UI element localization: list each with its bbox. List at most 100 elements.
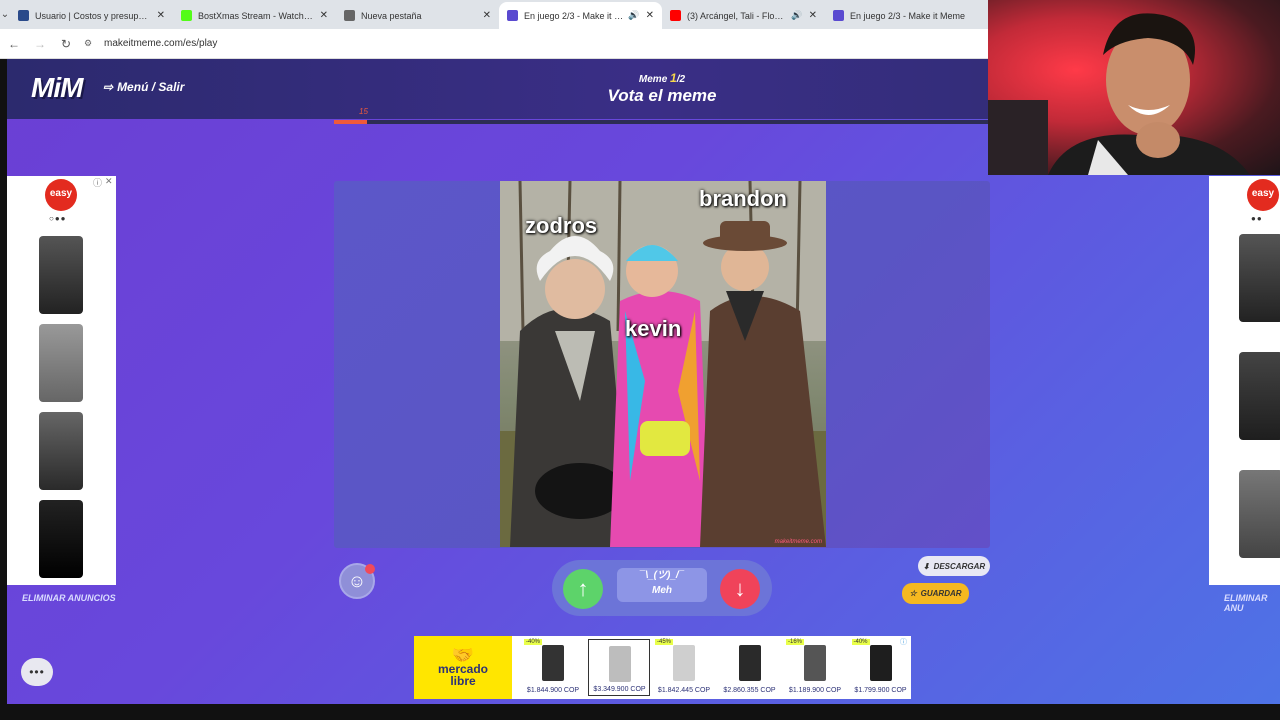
webcam-overlay: [988, 0, 1280, 175]
meme-counter-current: 1: [670, 71, 677, 85]
tab-title: BostXmas Stream - Watch Live: [198, 10, 314, 21]
arrow-up-icon: ↑: [577, 576, 589, 601]
meme-image: zodros brandon kevin makeitmeme.com: [500, 181, 826, 547]
save-label: GUARDAR: [920, 589, 962, 598]
product-price: $1.844.900 COP: [526, 687, 580, 694]
browser-tab[interactable]: Usuario | Costos y presupuestos ✕: [10, 2, 173, 29]
discount-badge: -40%: [851, 639, 870, 645]
ad-product-card[interactable]: $3.349.900 COP: [587, 639, 650, 696]
tab-search-chevron-icon[interactable]: ⌄: [0, 0, 10, 29]
tab-close-icon[interactable]: ✕: [646, 10, 654, 21]
notification-dot: [365, 564, 375, 574]
browser-tabbar: ⌄ Usuario | Costos y presupuestos✕BostXm…: [0, 0, 988, 29]
back-arrow-icon[interactable]: ←: [2, 37, 26, 51]
upvote-button[interactable]: ↑: [563, 569, 603, 609]
mim-logo[interactable]: MiM: [31, 72, 83, 104]
tab-title: En juego 2/3 - Make it Meme: [850, 10, 966, 21]
discount-badge: -16%: [786, 639, 805, 645]
browser-tab[interactable]: En juego 2/3 - Make it Meme 🔊 ✕: [499, 2, 662, 29]
reload-icon[interactable]: ↻: [54, 37, 78, 51]
bottom-ad-banner[interactable]: 🤝 mercado libre -40% $1.844.900 COP $3.349…: [414, 636, 911, 699]
product-price: $2.860.355 COP: [723, 687, 776, 694]
menu-exit-label: Menú / Salir: [117, 80, 185, 94]
downvote-button[interactable]: ↓: [720, 569, 760, 609]
menu-exit-button[interactable]: ⇨ Menú / Salir: [103, 80, 184, 94]
washer-image: [39, 236, 83, 314]
washer-image: [1239, 352, 1280, 440]
discount-badge: -40%: [524, 639, 543, 645]
browser-tab[interactable]: (3) Arcángel, Tali - Flow Calle 🔊 ✕: [662, 2, 825, 29]
tab-favicon-icon: [344, 10, 355, 21]
tab-close-icon[interactable]: ✕: [157, 10, 165, 21]
url-field[interactable]: ⚙ makeitmeme.com/es/play: [84, 38, 217, 50]
product-price: $3.349.900 COP: [593, 686, 646, 693]
meme-caption: brandon: [699, 186, 787, 211]
washer-image: [1239, 470, 1280, 558]
easy-logo: easy: [45, 179, 77, 211]
ad-product-card[interactable]: -16% $1.189.900 COP: [784, 639, 846, 696]
page-title: Vota el meme: [607, 86, 717, 105]
star-icon: ☆: [909, 589, 917, 598]
carousel-dots[interactable]: ●●: [1251, 214, 1263, 223]
tab-audio-icon[interactable]: 🔊: [791, 10, 802, 21]
washer-image: [542, 645, 564, 681]
browser-tab[interactable]: En juego 2/3 - Make it Meme: [825, 2, 988, 29]
meme-counter-label: Meme: [638, 74, 668, 85]
meme-counter: Meme 1/2: [637, 71, 687, 85]
ad-product-card[interactable]: -40% $1.799.900 COP: [850, 639, 912, 696]
product-price: $1.189.900 COP: [788, 687, 842, 694]
timer-progress-fill: [334, 120, 367, 124]
shrug-emoticon: ¯\_(ツ)_/¯: [639, 570, 685, 581]
washer-image: [39, 412, 83, 490]
ad-product-card[interactable]: -45% $1.842.445 COP: [653, 639, 715, 696]
meme-caption: zodros: [525, 213, 598, 238]
left-ad-banner[interactable]: easy ⓘ ✕ ○●●: [7, 176, 116, 585]
tab-favicon-icon: [670, 10, 681, 21]
product-price: $1.842.445 COP: [657, 687, 711, 694]
ad-product-card[interactable]: $2.860.355 COP: [719, 639, 781, 696]
mercadolibre-line1: mercado: [437, 661, 489, 676]
mercadolibre-logo: 🤝 mercado libre: [414, 636, 512, 699]
chat-dots-icon: •••: [29, 665, 45, 679]
washer-image: [39, 500, 83, 578]
chat-button[interactable]: •••: [21, 658, 53, 686]
forward-arrow-icon[interactable]: →: [28, 37, 52, 51]
handshake-icon: 🤝: [451, 644, 475, 665]
tab-title: Usuario | Costos y presupuestos: [35, 10, 151, 21]
site-info-icon[interactable]: ⚙: [84, 38, 96, 50]
remove-ads-link[interactable]: ELIMINAR ANUNCIOS: [22, 593, 116, 603]
tab-title: En juego 2/3 - Make it Meme: [524, 10, 624, 21]
download-button[interactable]: ⬇ DESCARGAR: [918, 556, 990, 576]
ad-info-icon[interactable]: ⓘ: [93, 176, 102, 189]
washer-image: [673, 645, 695, 681]
meh-button[interactable]: ¯\_(ツ)_/¯ Meh: [617, 568, 707, 602]
browser-tab[interactable]: Nueva pestaña ✕: [336, 2, 499, 29]
washer-image: [1239, 234, 1280, 322]
remove-ads-link[interactable]: ELIMINAR ANU: [1224, 593, 1280, 613]
washer-image: [804, 645, 826, 681]
tab-title: (3) Arcángel, Tali - Flow Calle: [687, 10, 787, 21]
tab-close-icon[interactable]: ✕: [483, 10, 491, 21]
browser-addressbar: ← → ↻ ⚙ makeitmeme.com/es/play: [0, 29, 988, 59]
ad-close-icon[interactable]: ✕: [105, 176, 113, 187]
tab-audio-icon[interactable]: 🔊: [628, 10, 639, 21]
tab-favicon-icon: [181, 10, 192, 21]
ad-product-card[interactable]: -40% $1.844.900 COP: [522, 639, 584, 696]
download-icon: ⬇: [922, 561, 930, 571]
right-ad-banner[interactable]: easy ●●: [1209, 176, 1280, 585]
timer-track: [334, 120, 989, 124]
tab-favicon-icon: [833, 10, 844, 21]
ad-info-icon[interactable]: ⓘ: [900, 637, 907, 647]
save-button[interactable]: ☆ GUARDAR: [902, 583, 969, 604]
webcam-streamer-image: [988, 13, 1250, 175]
tab-close-icon[interactable]: ✕: [320, 10, 328, 21]
taskbar-strip: [0, 704, 1280, 720]
washer-image: [39, 324, 83, 402]
browser-tab[interactable]: BostXmas Stream - Watch Live ✕: [173, 2, 336, 29]
screen: ⌄ Usuario | Costos y presupuestos✕BostXm…: [0, 0, 1280, 720]
carousel-dots[interactable]: ○●●: [49, 214, 67, 223]
easy-logo: easy: [1247, 179, 1279, 211]
meme-caption: kevin: [625, 316, 682, 341]
download-label: DESCARGAR: [933, 561, 986, 571]
tab-close-icon[interactable]: ✕: [809, 10, 817, 21]
